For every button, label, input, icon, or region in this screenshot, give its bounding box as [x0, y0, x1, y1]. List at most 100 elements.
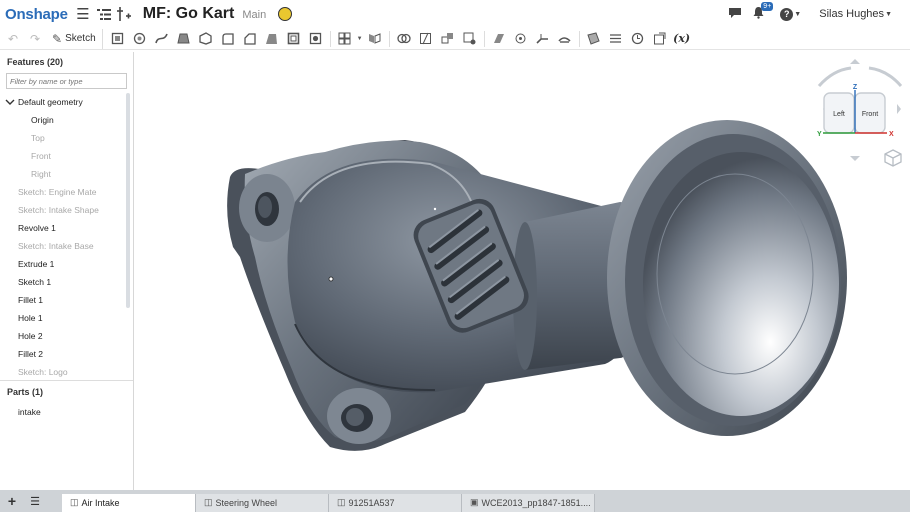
tab-list-icon[interactable]: ☰	[24, 495, 46, 508]
feature-filter-input[interactable]	[6, 73, 127, 89]
boolean-icon[interactable]	[393, 29, 415, 49]
user-menu[interactable]: Silas Hughes ▼	[811, 8, 892, 20]
globe-icon[interactable]	[278, 7, 293, 21]
parts-header[interactable]: Parts (1)	[7, 387, 43, 397]
help-button[interactable]: ? ▼	[780, 7, 801, 21]
air-intake-model[interactable]	[135, 52, 910, 490]
pattern-icon[interactable]	[334, 29, 356, 49]
user-name: Silas Hughes	[819, 8, 885, 20]
chamfer-icon[interactable]	[239, 29, 261, 49]
plane-icon[interactable]	[488, 29, 510, 49]
default-geometry-group[interactable]: Default geometry	[0, 93, 126, 111]
document-tab[interactable]: ◫ Air Intake	[62, 493, 196, 512]
feature-item[interactable]: Sketch: Logo	[0, 363, 126, 381]
chevron-down-icon: ▼	[885, 10, 892, 18]
delete-part-icon[interactable]	[459, 29, 481, 49]
feature-item[interactable]: Hole 2	[0, 327, 126, 345]
view-cube[interactable]: Left Front Z Y X	[805, 58, 910, 178]
notifications-button[interactable]: 9+	[752, 2, 774, 22]
feature-list-icon[interactable]	[95, 8, 113, 21]
split-icon[interactable]	[415, 29, 437, 49]
workspace-label[interactable]: Main	[242, 9, 266, 21]
onshape-logo[interactable]: Onshape	[5, 6, 68, 23]
feature-item[interactable]: Top	[0, 129, 126, 147]
fillet-icon[interactable]	[217, 29, 239, 49]
chevron-down-icon[interactable]: ▼	[356, 29, 364, 49]
tab-label: Steering Wheel	[215, 497, 278, 508]
undo-icon[interactable]: ↶	[2, 29, 24, 49]
feature-item[interactable]: Sketch 1	[0, 273, 126, 291]
transform-icon[interactable]	[437, 29, 459, 49]
feature-item[interactable]: Front	[0, 147, 126, 165]
revolve-icon[interactable]	[129, 29, 151, 49]
feature-item[interactable]: Hole 1	[0, 309, 126, 327]
help-icon: ?	[780, 7, 794, 21]
toolbar-divider	[578, 30, 580, 47]
extrude-icon[interactable]	[107, 29, 129, 49]
feature-items: Origin Top Front Right Sketch: Engine Mate Sk…	[0, 111, 126, 381]
panel-divider	[0, 380, 133, 381]
feature-item[interactable]: Sketch: Engine Mate	[0, 183, 126, 201]
mate-connector-icon[interactable]	[510, 29, 532, 49]
mirror-icon[interactable]	[364, 29, 386, 49]
graphics-viewport[interactable]: Left Front Z Y X	[135, 52, 910, 490]
document-tab[interactable]: ◫ Steering Wheel	[196, 493, 329, 512]
thicken-icon[interactable]	[195, 29, 217, 49]
chat-icon[interactable]	[728, 7, 742, 22]
tab-label: WCE2013_pp1847-1851....	[481, 497, 591, 508]
feature-panel: Features (20) Default geometry OriginTop…	[0, 52, 134, 490]
part-studio-icon: ◫	[70, 497, 79, 507]
document-title[interactable]: MF: Go Kart	[143, 5, 235, 23]
feature-toolbar: ↶ ↷ ✎ Sketch ▼ (x)	[0, 28, 910, 50]
top-right-controls: 9+ ? ▼ Silas Hughes ▼	[728, 0, 892, 28]
view-cube-front-face[interactable]: Front	[862, 111, 878, 118]
hamburger-icon[interactable]: ☰	[75, 5, 91, 23]
curve-icon[interactable]	[605, 29, 627, 49]
sheet-metal-icon[interactable]	[532, 29, 554, 49]
feature-item[interactable]: Revolve 1	[0, 219, 126, 237]
feature-item[interactable]: Sketch: Intake Base	[0, 237, 126, 255]
document-tab[interactable]: ▣ WCE2013_pp1847-1851....	[462, 493, 595, 512]
view-cube-menu-icon[interactable]	[884, 149, 902, 167]
redo-icon[interactable]: ↷	[24, 29, 46, 49]
feature-item[interactable]: Extrude 1	[0, 255, 126, 273]
feature-item[interactable]: Right	[0, 165, 126, 183]
pencil-icon: ✎	[52, 31, 63, 46]
bell-mouth-inner	[643, 152, 839, 416]
axis-y-label: Y	[817, 131, 822, 138]
feature-item[interactable]: Sketch: Intake Shape	[0, 201, 126, 219]
add-tab-button[interactable]: +	[0, 493, 24, 509]
view-cube-left-face[interactable]: Left	[833, 111, 845, 118]
origin-point	[328, 276, 334, 282]
image-icon: ▣	[470, 497, 479, 507]
tab-bar: + ☰ ◫ Air Intake ◫ Steering Wheel ◫ 91251A537…	[0, 490, 910, 512]
notification-badge: 9+	[761, 2, 774, 11]
sweep-icon[interactable]	[151, 29, 173, 49]
feature-list-scrollbar[interactable]	[126, 93, 130, 308]
part-studio-icon: ◫	[337, 497, 346, 507]
variable-formula-button[interactable]: (x)	[671, 29, 693, 49]
part-item-intake[interactable]: intake	[18, 407, 41, 417]
feature-item[interactable]: Fillet 2	[0, 345, 126, 363]
variables-icon[interactable]	[115, 7, 133, 21]
flange-icon[interactable]	[554, 29, 576, 49]
feature-item[interactable]: Origin	[0, 111, 126, 129]
draft-icon[interactable]	[261, 29, 283, 49]
toolbar-divider	[388, 30, 390, 47]
chevron-down-icon[interactable]	[5, 97, 15, 107]
default-geometry-label: Default geometry	[18, 97, 83, 107]
feature-item[interactable]: Fillet 1	[0, 291, 126, 309]
axis-x-label: X	[889, 131, 894, 138]
loft-icon[interactable]	[173, 29, 195, 49]
section-view-icon[interactable]	[649, 29, 671, 49]
sketch-button[interactable]: ✎ Sketch	[46, 28, 103, 49]
axis-z-label: Z	[853, 84, 858, 91]
toolbar-divider	[329, 30, 331, 47]
surface-icon[interactable]	[583, 29, 605, 49]
tab-label: Air Intake	[81, 497, 120, 508]
hole-icon[interactable]	[305, 29, 327, 49]
document-tab[interactable]: ◫ 91251A537	[329, 493, 462, 512]
measure-icon[interactable]	[627, 29, 649, 49]
feature-list: Default geometry Origin Top Front Right Sket…	[0, 93, 126, 381]
shell-icon[interactable]	[283, 29, 305, 49]
